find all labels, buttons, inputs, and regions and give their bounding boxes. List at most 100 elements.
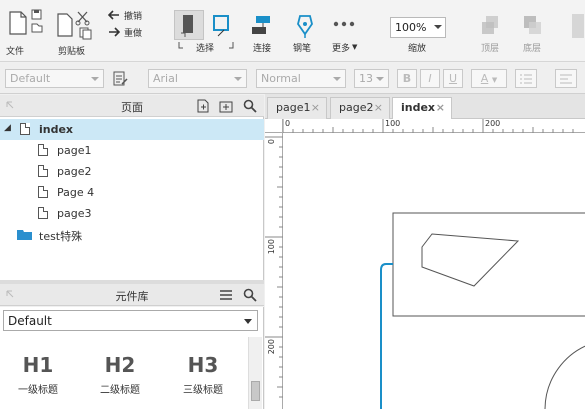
connect-tool-button[interactable]: 连接 xyxy=(248,12,278,56)
add-page-icon[interactable] xyxy=(196,99,210,113)
redo-button[interactable]: 重做 xyxy=(108,25,148,39)
zoom-select[interactable]: 100% xyxy=(390,17,446,38)
page-icon xyxy=(38,207,48,219)
font-weight-value: Normal xyxy=(261,72,301,85)
page-icon xyxy=(38,165,48,177)
library-scrollbar[interactable] xyxy=(248,337,262,409)
library-select[interactable]: Default xyxy=(3,310,258,331)
tab-page2[interactable]: page2 × xyxy=(330,97,390,119)
add-folder-icon[interactable] xyxy=(219,99,233,113)
select-bracket-icon xyxy=(178,42,234,49)
paste-icon xyxy=(57,11,92,40)
font-color-label: A xyxy=(480,72,489,85)
bring-to-front-icon xyxy=(482,16,498,34)
undo-button[interactable]: 撤销 xyxy=(108,8,148,22)
ruler-tick-label: 100 xyxy=(267,239,276,255)
search-icon[interactable] xyxy=(243,99,257,113)
chevron-down-icon: ▼ xyxy=(491,76,498,84)
zoom-value: 100% xyxy=(395,21,427,34)
search-icon[interactable] xyxy=(243,288,257,302)
file-label: 文件 xyxy=(6,47,25,57)
vertical-ruler-ticks xyxy=(265,136,283,398)
page-tree-item-index[interactable]: ◢ index xyxy=(0,119,264,140)
redo-label: 重做 xyxy=(124,29,143,39)
tab-page1[interactable]: page1 × xyxy=(267,97,327,119)
more-button[interactable]: 更多 ▼ xyxy=(328,12,360,56)
style-select-value: Default xyxy=(10,72,51,85)
toolbar-overflow-icon[interactable] xyxy=(572,14,584,38)
send-to-back-icon xyxy=(524,16,541,34)
connector-line xyxy=(380,263,393,409)
chevron-down-icon xyxy=(91,77,99,81)
widget-heading2-preview: H2 xyxy=(104,353,136,377)
widget-heading1[interactable]: H1 一级标题 xyxy=(8,353,68,403)
ruler-tick-label: 0 xyxy=(267,139,276,145)
pen-tool-button[interactable]: 钢笔 xyxy=(290,12,320,56)
menu-icon[interactable] xyxy=(219,288,233,302)
page-tree-item-page4[interactable]: Page 4 xyxy=(0,182,264,203)
page-tree-item-page2[interactable]: page2 xyxy=(0,161,264,182)
scrollbar-thumb[interactable] xyxy=(251,381,260,401)
select-icon xyxy=(181,15,193,37)
expand-triangle-icon[interactable]: ◢ xyxy=(4,123,11,133)
close-icon[interactable]: × xyxy=(374,101,383,114)
clipboard-button[interactable]: 剪贴板 xyxy=(54,6,98,57)
bullet-list-button[interactable] xyxy=(515,69,537,88)
circle-widget xyxy=(544,345,585,409)
vertical-ruler: 0 100 200 xyxy=(265,133,283,409)
widget-heading2-label: 二级标题 xyxy=(100,385,140,396)
page-tree-label: index xyxy=(39,123,74,136)
main-toolbar: 文件 剪贴板 撤销 重做 选择 连接 钢笔 更多 ▼ 100% 缩放 顶层 底层 xyxy=(0,0,585,62)
page-tree-folder-test[interactable]: test特殊 xyxy=(0,224,264,245)
pen-icon xyxy=(297,15,313,38)
page-tree-item-page3[interactable]: page3 xyxy=(0,203,264,224)
bold-button[interactable]: B xyxy=(397,69,417,88)
horizontal-ruler-ticks xyxy=(282,119,574,133)
ruler-tick-label: 200 xyxy=(485,119,501,128)
canvas-shapes xyxy=(380,212,585,409)
font-family-value: Arial xyxy=(153,72,178,85)
select-intersect-button[interactable] xyxy=(208,12,236,40)
style-editor-icon[interactable] xyxy=(112,71,128,87)
file-button[interactable]: 文件 xyxy=(4,6,43,57)
widget-heading2[interactable]: H2 二级标题 xyxy=(90,353,150,403)
tab-label: index xyxy=(401,101,436,114)
chevron-down-icon xyxy=(376,77,384,81)
font-weight-select[interactable]: Normal xyxy=(256,69,346,88)
select-box-icon xyxy=(213,15,229,37)
close-icon[interactable]: × xyxy=(436,101,445,114)
redo-icon xyxy=(109,27,120,37)
page-tree-item-page1[interactable]: page1 xyxy=(0,140,264,161)
italic-button[interactable]: I xyxy=(420,69,440,88)
widget-heading3-preview: H3 xyxy=(187,353,219,377)
close-icon[interactable]: × xyxy=(311,101,320,114)
font-size-value: 13 xyxy=(359,72,373,85)
ruler-tick-label: 200 xyxy=(267,339,276,355)
widget-heading3[interactable]: H3 三级标题 xyxy=(173,353,233,403)
send-to-back-button[interactable]: 底层 xyxy=(518,12,548,56)
undo-icon xyxy=(108,10,119,20)
bottom-layer-label: 底层 xyxy=(523,44,542,54)
page-tree-label: page3 xyxy=(57,207,92,220)
design-canvas[interactable] xyxy=(283,133,585,409)
ruler-tick-label: 0 xyxy=(285,119,291,128)
top-layer-label: 顶层 xyxy=(481,44,500,54)
widget-heading1-label: 一级标题 xyxy=(18,385,58,396)
horizontal-ruler: 0 100 200 xyxy=(265,119,585,133)
select-tool-button[interactable] xyxy=(174,10,204,40)
page-icon xyxy=(38,144,48,156)
font-size-select[interactable]: 13 xyxy=(354,69,389,88)
list-icon xyxy=(520,74,532,84)
tab-index[interactable]: index × xyxy=(392,97,452,120)
new-file-icon xyxy=(9,11,27,35)
font-family-select[interactable]: Arial xyxy=(148,69,247,88)
align-left-button[interactable] xyxy=(555,69,577,88)
page-tree-label: Page 4 xyxy=(57,186,95,199)
zoom-label: 缩放 xyxy=(408,44,427,54)
font-color-button[interactable]: A ▼ xyxy=(471,69,507,88)
connect-label: 连接 xyxy=(253,44,272,54)
bring-to-front-button[interactable]: 顶层 xyxy=(476,12,506,56)
page-icon xyxy=(20,123,30,135)
style-select[interactable]: Default xyxy=(5,69,104,88)
underline-button[interactable]: U xyxy=(443,69,463,88)
